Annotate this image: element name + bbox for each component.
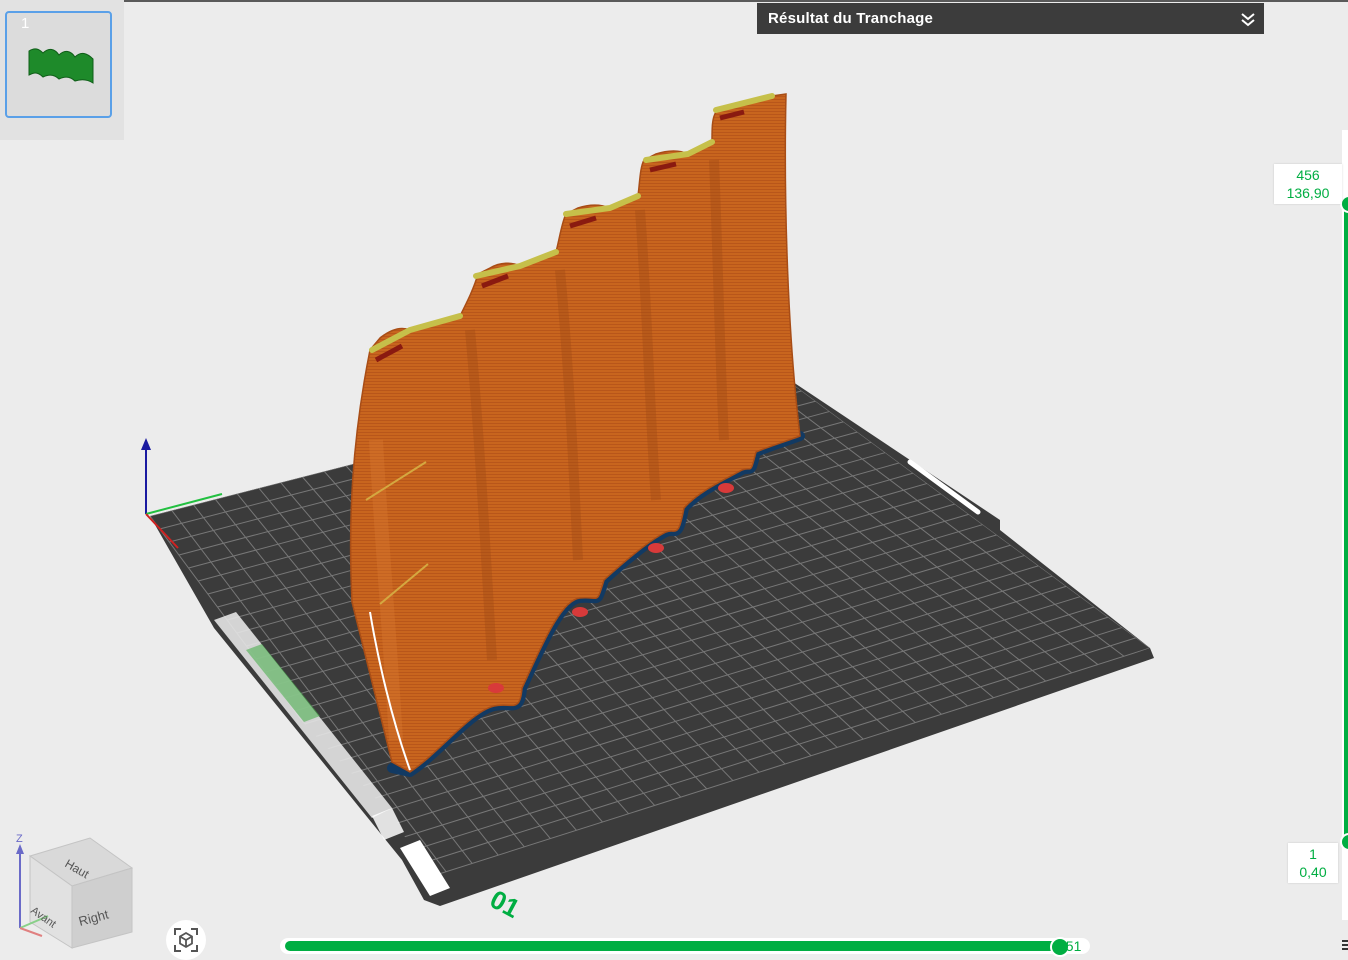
- fit-view-button[interactable]: [166, 920, 206, 960]
- top-layer-height: 136,90: [1286, 185, 1330, 201]
- window-top-border: [0, 0, 1348, 2]
- collapse-chevrons-icon[interactable]: [1240, 11, 1256, 27]
- top-layer-label: 456 136,90: [1274, 164, 1342, 204]
- view-cube-z-label: Z: [16, 833, 23, 845]
- fit-view-icon: [174, 928, 198, 952]
- move-slider[interactable]: [280, 937, 1090, 957]
- bottom-layer-height: 0,40: [1299, 864, 1327, 880]
- slice-result-header[interactable]: Résultat du Tranchage: [757, 3, 1264, 34]
- move-slider-fill: [285, 941, 1061, 951]
- move-slider-value: 751: [1058, 938, 1082, 954]
- viewport-3d[interactable]: 01: [0, 0, 1348, 954]
- menu-icon[interactable]: [1340, 938, 1348, 952]
- thumbnail-model-image: [28, 48, 94, 84]
- view-cube[interactable]: Z Haut Avant Right: [8, 828, 138, 954]
- plate-list-panel: 1: [0, 0, 124, 140]
- plate-thumbnail-number: 1: [21, 15, 30, 32]
- bottom-layer-number: 1: [1309, 846, 1317, 862]
- bottom-layer-label: 1 0,40: [1288, 843, 1338, 883]
- plate-number-label: 01: [485, 884, 525, 924]
- plate-thumbnail-1[interactable]: 1: [5, 11, 112, 118]
- slice-result-title: Résultat du Tranchage: [768, 10, 934, 27]
- top-layer-number: 456: [1296, 167, 1320, 183]
- layer-slider-range: [1344, 203, 1348, 843]
